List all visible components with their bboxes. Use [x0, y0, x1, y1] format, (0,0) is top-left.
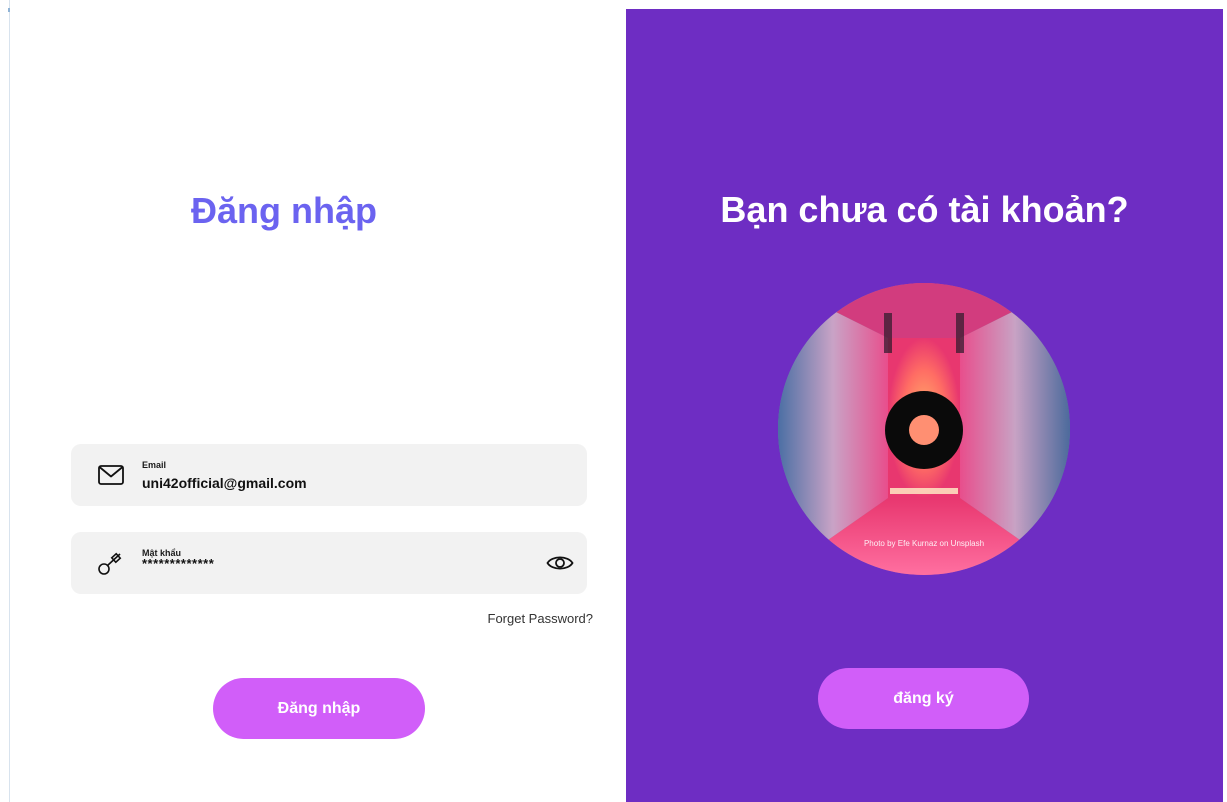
login-title: Đăng nhập	[191, 190, 377, 231]
signup-title: Bạn chưa có tài khoản?	[720, 189, 1129, 230]
signup-button[interactable]: đăng ký	[818, 668, 1029, 729]
email-input[interactable]: uni42official@gmail.com	[142, 475, 307, 491]
mail-icon	[98, 465, 124, 485]
forget-password-link[interactable]: Forget Password?	[488, 611, 594, 626]
eye-icon[interactable]	[545, 548, 575, 578]
login-panel: Đăng nhập Email uni42official@gmail.com …	[10, 0, 626, 802]
password-field[interactable]: Mật khẩu *************	[71, 532, 587, 594]
signup-panel: Bạn chưa có tài khoản? Photo by Efe Kurn…	[626, 9, 1223, 802]
photo-credit: Photo by Efe Kurnaz on Unsplash	[863, 539, 985, 548]
app-window: Đăng nhập Email uni42official@gmail.com …	[0, 0, 1227, 802]
key-icon	[98, 552, 122, 575]
login-button[interactable]: Đăng nhập	[213, 678, 425, 739]
password-input[interactable]: *************	[142, 556, 214, 571]
email-label: Email	[142, 460, 167, 470]
corridor-photo-illustration	[778, 283, 1070, 575]
signup-photo: Photo by Efe Kurnaz on Unsplash	[778, 283, 1070, 575]
email-field[interactable]: Email uni42official@gmail.com	[71, 444, 587, 506]
